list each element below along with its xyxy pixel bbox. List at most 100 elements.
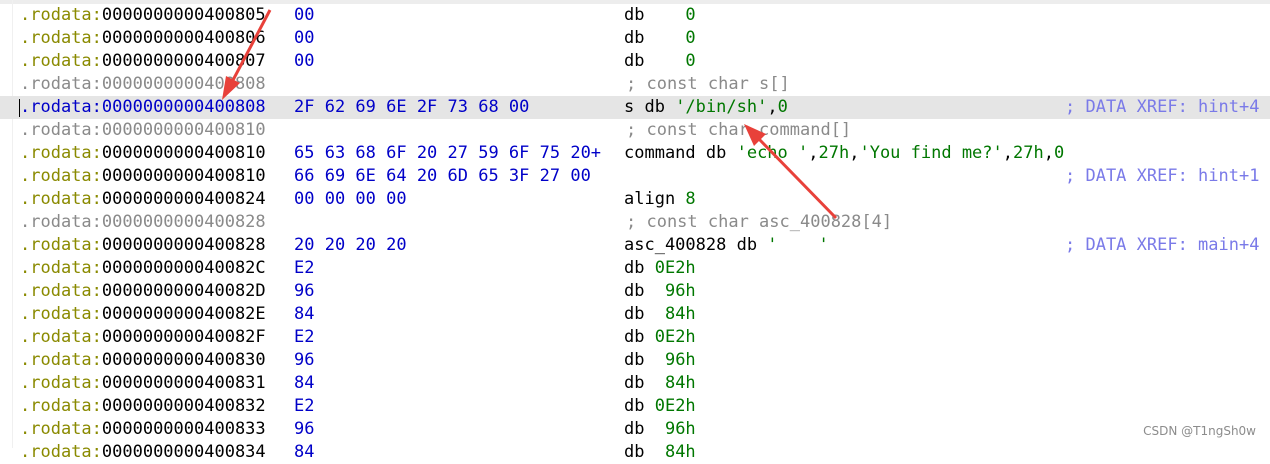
listing-row[interactable]: .rodata:0000000000400828 ; const char asc… <box>0 211 1270 234</box>
segment-name: .rodata: <box>20 327 102 347</box>
opcode-bytes: 96 <box>294 419 315 439</box>
address-cell[interactable]: .rodata:0000000000400808 <box>20 96 266 119</box>
instruction[interactable]: db 96h <box>624 280 696 303</box>
instruction[interactable]: db 84h <box>624 303 696 326</box>
instruction-text: db <box>624 51 686 71</box>
watermark: CSDN @T1ngSh0w <box>1143 424 1256 438</box>
instruction[interactable]: db 96h <box>624 349 696 372</box>
address-cell[interactable]: .rodata:0000000000400833 <box>20 418 266 441</box>
address-cell[interactable]: .rodata:0000000000400806 <box>20 27 266 50</box>
segment-name: .rodata: <box>20 74 102 94</box>
instruction[interactable]: db 0 <box>624 27 696 50</box>
listing-row[interactable]: .rodata:000000000040082C E2 db 0E2h <box>0 257 1270 280</box>
numeric-operand: 96h <box>664 281 696 301</box>
instruction-text: db <box>624 304 665 324</box>
listing-row[interactable]: .rodata:0000000000400810 65 63 68 6F 20 2… <box>0 142 1270 165</box>
address-cell[interactable]: .rodata:0000000000400828 <box>20 234 266 257</box>
segment-name: .rodata: <box>20 5 102 25</box>
opcode-bytes: 84 <box>294 373 315 393</box>
address-cell[interactable]: .rodata:0000000000400824 <box>20 188 266 211</box>
ida-disassembly-listing[interactable]: .rodata:0000000000400805 00 db 0 .rodata:00… <box>0 0 1270 462</box>
address-cell[interactable]: .rodata:0000000000400832 <box>20 395 266 418</box>
instruction[interactable]: db 0 <box>624 50 696 73</box>
address-cell[interactable]: .rodata:000000000040082F <box>20 326 266 349</box>
listing-row[interactable]: .rodata:0000000000400831 84 db 84h <box>0 372 1270 395</box>
instruction[interactable]: align 8 <box>624 188 696 211</box>
numeric-operand: 0 <box>685 51 696 71</box>
text-cursor <box>19 99 20 117</box>
address-cell[interactable]: .rodata:000000000040082E <box>20 303 266 326</box>
instruction-text: align <box>624 189 686 209</box>
instruction-text: , <box>1043 143 1054 163</box>
listing-row[interactable]: .rodata:0000000000400808 2F 62 69 6E 2F 7… <box>0 96 1270 119</box>
address-value: 0000000000400824 <box>101 189 266 209</box>
listing-row[interactable]: .rodata:0000000000400810 ; const char com… <box>0 119 1270 142</box>
segment-name: .rodata: <box>20 258 102 278</box>
address-cell[interactable]: .rodata:0000000000400805 <box>20 4 266 27</box>
declaration-comment: ; const char command[] <box>626 120 852 140</box>
instruction[interactable]: db 0E2h <box>624 395 696 418</box>
numeric-operand: 0 <box>685 28 696 48</box>
address-cell[interactable]: .rodata:0000000000400830 <box>20 349 266 372</box>
instruction-text: , <box>767 97 778 117</box>
declaration-comment: ; const char asc_400828[4] <box>626 212 893 232</box>
address-cell[interactable]: .rodata:0000000000400810 <box>20 142 266 165</box>
listing-row[interactable]: .rodata:0000000000400830 96 db 96h <box>0 349 1270 372</box>
listing-row[interactable]: .rodata:0000000000400807 00 db 0 <box>0 50 1270 73</box>
address-value: 0000000000400808 <box>101 74 266 94</box>
listing-row[interactable]: .rodata:0000000000400833 96 db 96h <box>0 418 1270 441</box>
listing-row[interactable]: .rodata:000000000040082E 84 db 84h <box>0 303 1270 326</box>
opcode-bytes: 20 20 20 20 <box>294 235 407 255</box>
data-xref-comment[interactable]: ; DATA XREF: main+4 <box>1065 234 1259 257</box>
listing-row[interactable]: .rodata:0000000000400834 84 db 84h <box>0 441 1270 464</box>
address-cell[interactable]: .rodata:0000000000400834 <box>20 441 266 464</box>
address-cell[interactable]: .rodata:0000000000400810 <box>20 165 266 188</box>
instruction[interactable]: db 84h <box>624 441 696 464</box>
opcode-bytes: 00 <box>294 51 315 71</box>
address-value: 0000000000400810 <box>101 143 266 163</box>
data-xref-comment[interactable]: ; DATA XREF: hint+4 <box>1065 96 1259 119</box>
listing-row[interactable]: .rodata:000000000040082D 96 db 96h <box>0 280 1270 303</box>
address-cell[interactable]: .rodata:0000000000400810 <box>20 119 266 142</box>
address-value: 0000000000400833 <box>101 419 266 439</box>
numeric-operand: 84h <box>664 373 696 393</box>
address-cell[interactable]: .rodata:000000000040082D <box>20 280 266 303</box>
instruction[interactable]: command db 'echo ',27h,'You find me?',27… <box>624 142 1064 165</box>
listing-row[interactable]: .rodata:0000000000400805 00 db 0 <box>0 4 1270 27</box>
instruction[interactable]: db 0 <box>624 4 696 27</box>
data-xref-comment[interactable]: ; DATA XREF: hint+1 <box>1065 165 1259 188</box>
instruction[interactable]: db 84h <box>624 372 696 395</box>
listing-row[interactable]: .rodata:0000000000400824 00 00 00 00 align… <box>0 188 1270 211</box>
listing-row[interactable]: .rodata:0000000000400832 E2 db 0E2h <box>0 395 1270 418</box>
instruction[interactable]: db 0E2h <box>624 257 696 280</box>
opcode-bytes: 00 <box>294 5 315 25</box>
address-cell[interactable]: .rodata:000000000040082C <box>20 257 266 280</box>
instruction[interactable]: db 0E2h <box>624 326 696 349</box>
segment-name: .rodata: <box>20 166 102 186</box>
address-cell[interactable]: .rodata:0000000000400828 <box>20 211 266 234</box>
instruction[interactable]: db 96h <box>624 418 696 441</box>
address-cell[interactable]: .rodata:0000000000400831 <box>20 372 266 395</box>
instruction[interactable]: s db '/bin/sh',0 <box>624 96 788 119</box>
declaration-comment: ; const char s[] <box>626 74 790 94</box>
instruction-text: db <box>624 281 665 301</box>
listing-row[interactable]: .rodata:0000000000400806 00 db 0 <box>0 27 1270 50</box>
address-value: 0000000000400810 <box>101 120 266 140</box>
numeric-operand: 84h <box>664 304 696 324</box>
instruction[interactable]: asc_400828 db ' ' <box>624 234 829 257</box>
opcode-bytes: E2 <box>294 258 315 278</box>
instruction-text: db <box>624 327 655 347</box>
listing-row[interactable]: .rodata:0000000000400828 20 20 20 20 asc_4… <box>0 234 1270 257</box>
address-value: 0000000000400807 <box>101 51 266 71</box>
listing-row[interactable]: .rodata:0000000000400810 66 69 6E 64 20 6… <box>0 165 1270 188</box>
numeric-operand: 84h <box>664 442 696 462</box>
listing-row[interactable]: .rodata:0000000000400808 ; const char s[] <box>0 73 1270 96</box>
address-cell[interactable]: .rodata:0000000000400808 <box>20 73 266 96</box>
listing-row[interactable]: .rodata:000000000040082F E2 db 0E2h <box>0 326 1270 349</box>
address-value: 0000000000400828 <box>101 212 266 232</box>
numeric-operand: 0 <box>685 5 696 25</box>
address-cell[interactable]: .rodata:0000000000400807 <box>20 50 266 73</box>
segment-name: .rodata: <box>20 97 102 117</box>
numeric-operand: 0E2h <box>654 396 696 416</box>
address-value: 000000000040082D <box>101 281 266 301</box>
